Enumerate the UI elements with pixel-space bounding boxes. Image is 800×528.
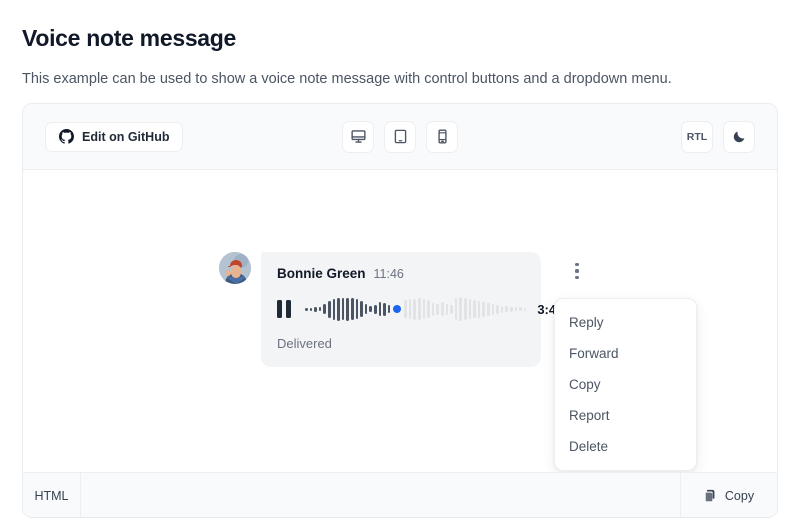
example-card: Edit on GitHub RTL Bonnie Green 11:46 3:…: [22, 103, 778, 518]
dropdown-item-reply[interactable]: Reply: [555, 307, 696, 338]
avatar: [219, 252, 251, 284]
waveform-bar: [346, 297, 349, 321]
waveform-bar: [519, 307, 522, 311]
waveform-bar: [327, 300, 331, 318]
waveform-bar: [404, 300, 407, 318]
moon-icon: [732, 129, 747, 144]
waveform-bar: [468, 299, 472, 319]
edit-on-github-button[interactable]: Edit on GitHub: [45, 121, 184, 152]
desktop-icon: [350, 128, 367, 145]
page-title: Voice note message: [22, 25, 237, 52]
waveform-bar: [337, 297, 340, 321]
waveform-bar: [427, 300, 430, 318]
waveform-bar: [454, 298, 458, 320]
waveform-bar: [473, 300, 476, 318]
waveform-bar: [305, 307, 308, 311]
waveform-bar: [350, 298, 354, 320]
edit-on-github-label: Edit on GitHub: [82, 129, 170, 144]
waveform-bar: [332, 298, 336, 320]
waveform-bar: [408, 299, 412, 319]
sender-name: Bonnie Green: [277, 266, 366, 281]
copy-icon: [704, 489, 718, 503]
waveform-bar: [378, 302, 382, 316]
waveform-bar: [418, 298, 421, 320]
waveform-bar: [482, 301, 485, 317]
pause-icon: [277, 300, 282, 318]
audio-player: 3:42: [277, 296, 563, 322]
page-root: Voice note message This example can be u…: [0, 0, 800, 528]
dots-vertical-icon: [575, 263, 579, 267]
desktop-preview-button[interactable]: [342, 120, 374, 153]
waveform-bar: [514, 307, 518, 311]
waveform-bar: [450, 304, 453, 314]
waveform-bar: [431, 302, 435, 316]
bubble-header: Bonnie Green 11:46: [277, 266, 525, 281]
tablet-icon: [392, 128, 409, 145]
waveform-bar: [360, 301, 363, 317]
page-description: This example can be used to show a voice…: [22, 70, 672, 87]
preview-pane: Bonnie Green 11:46 3:42 Delivered Reply …: [23, 170, 777, 517]
waveform-bar: [314, 306, 317, 312]
waveform-bar: [355, 299, 359, 319]
waveform-bar: [445, 303, 449, 315]
code-footer: HTML Copy: [23, 472, 777, 517]
waveform-bar: [341, 298, 345, 320]
waveform-bar: [491, 303, 495, 315]
waveform-scrubber[interactable]: [305, 296, 527, 322]
waveform-bar: [387, 305, 391, 313]
waveform-bar: [459, 297, 462, 321]
waveform-bar: [413, 298, 417, 320]
dark-mode-toggle-button[interactable]: [723, 120, 755, 153]
copy-code-label: Copy: [724, 488, 755, 503]
message-dropdown-menu: Reply Forward Copy Report Delete: [554, 298, 697, 471]
pause-icon-bar-2: [286, 300, 291, 318]
waveform-bar: [509, 306, 513, 312]
delivery-status: Delivered: [277, 336, 332, 351]
waveform-bar: [323, 304, 326, 314]
waveform-bar: [436, 303, 440, 315]
waveform-bar: [486, 302, 490, 316]
waveform-bar: [318, 307, 322, 311]
tab-html[interactable]: HTML: [23, 473, 81, 517]
mobile-icon: [434, 128, 451, 145]
message-time: 11:46: [373, 267, 404, 281]
waveform-bar: [441, 302, 444, 316]
waveform-bar: [373, 304, 377, 314]
waveform-bar: [500, 305, 504, 313]
waveform-bar: [523, 307, 527, 311]
device-preview-group: [342, 120, 458, 153]
copy-code-button[interactable]: Copy: [681, 473, 777, 517]
waveform-bar: [309, 307, 313, 311]
code-footer-spacer: [81, 473, 681, 517]
dropdown-item-forward[interactable]: Forward: [555, 338, 696, 369]
tablet-preview-button[interactable]: [384, 120, 416, 153]
mobile-preview-button[interactable]: [426, 120, 458, 153]
dropdown-item-report[interactable]: Report: [555, 400, 696, 431]
dots-vertical-icon-dot-2: [575, 269, 579, 273]
waveform-bar: [464, 298, 467, 320]
waveform-playhead: [393, 305, 402, 313]
waveform-bar: [422, 299, 426, 319]
dots-vertical-icon-dot-3: [575, 275, 579, 279]
waveform-bar: [496, 304, 499, 314]
toolbar-right-group: RTL: [681, 120, 755, 153]
voice-note-bubble: Bonnie Green 11:46 3:42 Delivered: [261, 252, 563, 367]
waveform-bar: [383, 302, 386, 316]
waveform-bar: [369, 306, 372, 312]
waveform-bar: [364, 304, 368, 314]
waveform-bar: [477, 300, 481, 318]
rtl-toggle-button[interactable]: RTL: [681, 120, 713, 153]
message-menu-button[interactable]: [564, 258, 590, 284]
github-icon: [59, 129, 74, 144]
dropdown-item-copy[interactable]: Copy: [555, 369, 696, 400]
pause-button[interactable]: [277, 299, 294, 319]
dropdown-item-delete[interactable]: Delete: [555, 431, 696, 462]
waveform-bar: [505, 306, 508, 312]
example-toolbar: Edit on GitHub RTL: [23, 104, 777, 170]
